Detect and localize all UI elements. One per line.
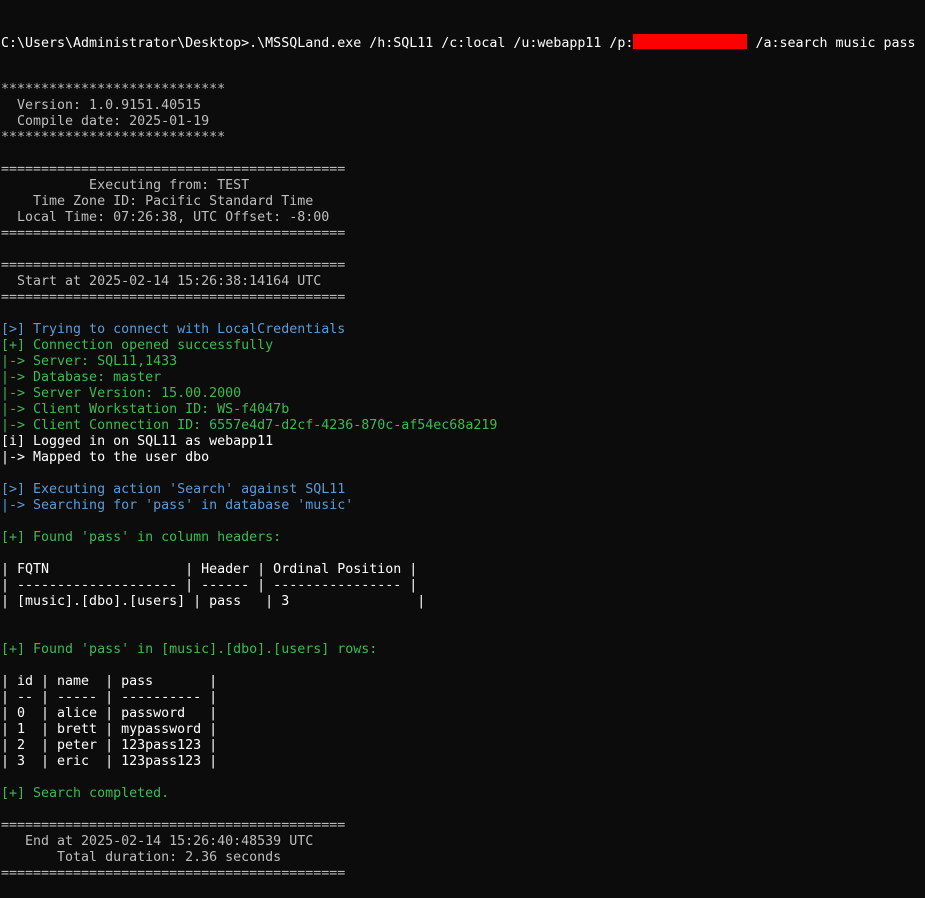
output-line: Start at 2025-02-14 15:26:38:14164 UTC — [1, 274, 322, 289]
output-line: | 0 | alice | password | — [1, 706, 218, 721]
output-line: Executing from: TEST — [1, 178, 250, 193]
command-args-text: /a:search music pass — [747, 36, 916, 50]
output-line: |-> Mapped to the user dbo — [1, 450, 210, 465]
output-line: End at 2025-02-14 15:26:40:48539 UTC — [1, 834, 314, 849]
output-line: [+] Found 'pass' in [music].[dbo].[users… — [1, 642, 378, 657]
output-line: |-> Searching for 'pass' in database 'mu… — [1, 498, 354, 513]
output-line: Version: 1.0.9151.40515 — [1, 98, 202, 113]
output-line: [>] Trying to connect with LocalCredenti… — [1, 322, 346, 337]
output-line: |-> Server: SQL11,1433 — [1, 354, 178, 369]
output-line: ========================================… — [1, 258, 346, 273]
redacted-password — [633, 34, 748, 49]
output-line: [>] Executing action 'Search' against SQ… — [1, 482, 346, 497]
output-line: Time Zone ID: Pacific Standard Time — [1, 194, 314, 209]
output-line: ========================================… — [1, 226, 346, 241]
output-line: | 2 | peter | 123pass123 | — [1, 738, 218, 753]
output-line: |-> Server Version: 15.00.2000 — [1, 386, 242, 401]
command-line: C:\Users\Administrator\Desktop>.\MSSQLan… — [1, 34, 925, 50]
output-line: ========================================… — [1, 290, 346, 305]
output-line: | -- | ----- | ---------- | — [1, 690, 218, 705]
output-line: |-> Client Workstation ID: WS-f4047b — [1, 402, 290, 417]
output-line: |-> Client Connection ID: 6557e4d7-d2cf-… — [1, 418, 498, 433]
output-line: |-> Database: master — [1, 370, 162, 385]
output-line: [+] Search completed. — [1, 786, 170, 801]
output-line: **************************** — [1, 130, 226, 145]
terminal-output: **************************** Version: 1.… — [1, 82, 925, 882]
output-line: | id | name | pass | — [1, 674, 218, 689]
output-line: Total duration: 2.36 seconds — [1, 850, 282, 865]
output-line: | 3 | eric | 123pass123 | — [1, 754, 218, 769]
output-line: ========================================… — [1, 162, 346, 177]
output-line: Local Time: 07:26:38, UTC Offset: -8:00 — [1, 210, 330, 225]
output-line: **************************** — [1, 82, 226, 97]
output-line: [i] Logged in on SQL11 as webapp11 — [1, 434, 274, 449]
output-line: [+] Found 'pass' in column headers: — [1, 530, 282, 545]
command-prompt-text: C:\Users\Administrator\Desktop>.\MSSQLan… — [1, 36, 634, 50]
output-line: ========================================… — [1, 818, 346, 833]
output-line: | 1 | brett | mypassword | — [1, 722, 218, 737]
output-line: [+] Connection opened successfully — [1, 338, 274, 353]
output-line: | -------------------- | ------ | ------… — [1, 578, 418, 593]
terminal-window[interactable]: C:\Users\Administrator\Desktop>.\MSSQLan… — [0, 0, 925, 881]
output-line: | FQTN | Header | Ordinal Position | — [1, 562, 418, 577]
output-line: | [music].[dbo].[users] | pass | 3 | — [1, 594, 426, 609]
output-line: Compile date: 2025-01-19 — [1, 114, 210, 129]
output-line: ========================================… — [1, 866, 346, 881]
